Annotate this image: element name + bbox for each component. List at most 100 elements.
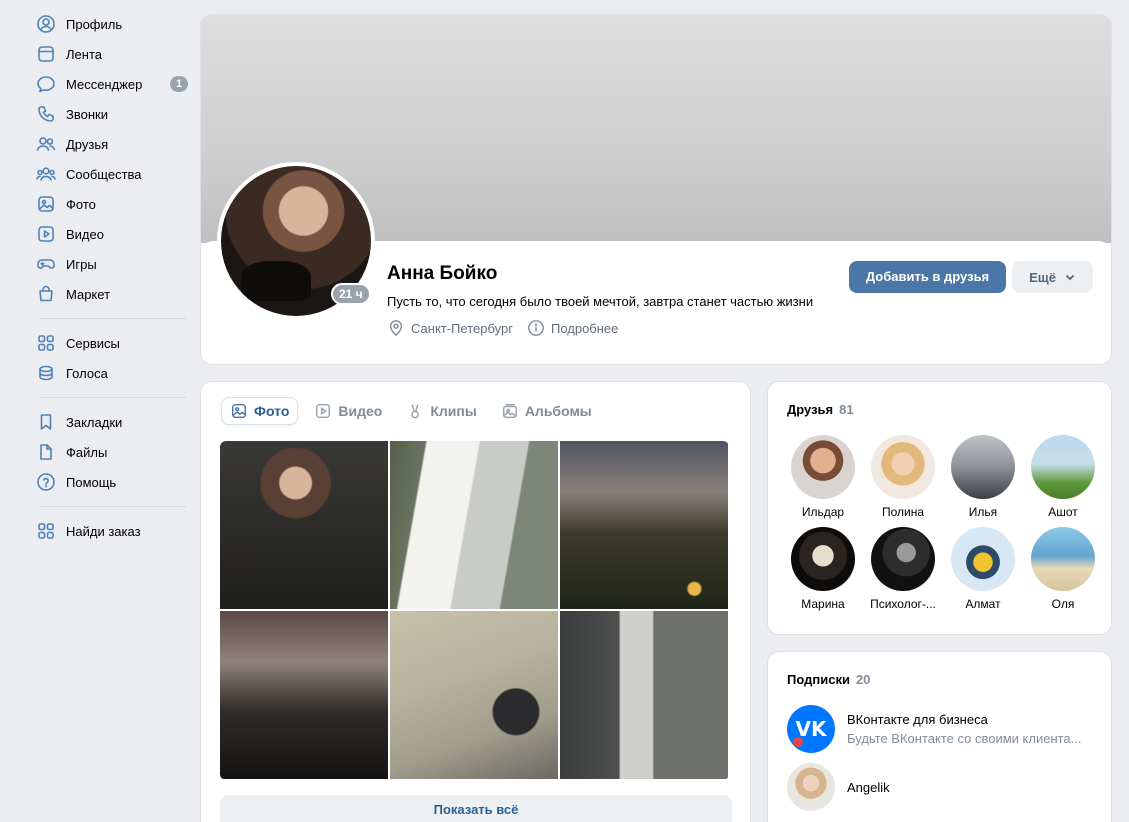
avatar — [951, 527, 1015, 591]
unread-badge: 1 — [170, 76, 188, 92]
photo-thumbnail[interactable] — [220, 441, 388, 609]
more-actions-label: Ещё — [1029, 269, 1056, 285]
subscription-text: ВКонтакте для бизнеса Будьте ВКонтакте с… — [847, 712, 1087, 746]
friend-item[interactable]: Оля — [1023, 527, 1103, 611]
add-friend-button[interactable]: Добавить в друзья — [849, 261, 1006, 293]
nav-item-help[interactable]: Помощь — [28, 467, 194, 497]
subscription-item[interactable]: VK ВКонтакте для бизнеса Будьте ВКонтакт… — [787, 705, 1087, 753]
nav-item-calls[interactable]: Звонки — [28, 99, 194, 129]
nav-item-label: Маркет — [66, 286, 111, 302]
nav-item-market[interactable]: Маркет — [28, 279, 194, 309]
tab-clips[interactable]: Клипы — [398, 397, 484, 425]
nav-divider — [40, 397, 186, 398]
more-actions-button[interactable]: Ещё — [1012, 261, 1093, 293]
friend-item[interactable]: Илья — [943, 435, 1023, 519]
tab-label: Клипы — [430, 403, 477, 419]
friend-name: Марина — [801, 597, 845, 611]
phone-icon — [38, 106, 54, 122]
friend-item[interactable]: Полина — [863, 435, 943, 519]
show-all-button[interactable]: Показать всё — [220, 795, 732, 822]
info-icon — [528, 320, 544, 336]
nav-item-label: Видео — [66, 226, 104, 242]
friend-item[interactable]: Ильдар — [783, 435, 863, 519]
tab-label: Фото — [254, 403, 290, 419]
nav-item-friends[interactable]: Друзья — [28, 129, 194, 159]
nav-item-bookmarks[interactable]: Закладки — [28, 407, 194, 437]
nav-item-video[interactable]: Видео — [28, 219, 194, 249]
photo-thumbnail[interactable] — [390, 611, 558, 779]
avatar — [787, 763, 835, 811]
nav-item-games[interactable]: Игры — [28, 249, 194, 279]
nav-item-label: Голоса — [66, 365, 108, 381]
avatar — [791, 435, 855, 499]
subscription-description: Будьте ВКонтакте со своими клиента... — [847, 731, 1082, 746]
photo-icon — [231, 403, 247, 419]
tab-label: Альбомы — [524, 403, 592, 419]
photo-thumbnail[interactable] — [390, 441, 558, 609]
video-icon — [316, 403, 331, 419]
profile-name: Анна Бойко — [387, 263, 498, 284]
subscriptions-count: 20 — [855, 672, 871, 687]
nav-item-services[interactable]: Сервисы — [28, 328, 194, 358]
subscriptions-title: Подписки — [787, 672, 850, 687]
nav-divider — [40, 318, 186, 319]
nav-item-votes[interactable]: Голоса — [28, 358, 194, 388]
friends-block: Друзья 81 Ильдар Полина Илья Ашот Марина … — [767, 381, 1112, 635]
friends-header[interactable]: Друзья 81 — [787, 402, 854, 417]
nav-item-find-order[interactable]: Найди заказ — [28, 516, 194, 546]
nav-item-label: Лента — [66, 46, 102, 62]
tab-photos[interactable]: Фото — [221, 397, 299, 425]
location-icon — [389, 320, 403, 337]
photo-grid — [220, 441, 729, 780]
profile-header: 21 ч Анна Бойко Пусть то, что сегодня бы… — [200, 14, 1112, 365]
nav-item-label: Друзья — [66, 136, 109, 152]
friends-title: Друзья — [787, 402, 834, 417]
nav-item-label: Помощь — [66, 474, 117, 490]
nav-item-communities[interactable]: Сообщества — [28, 159, 194, 189]
friend-item[interactable]: Психолог-... — [863, 527, 943, 611]
clips-icon — [411, 404, 420, 419]
avatar — [871, 527, 935, 591]
media-block: Фото Видео Клипы Альбомы Показать всё — [200, 381, 751, 822]
photo-thumbnail[interactable] — [560, 611, 728, 779]
gamepad-icon — [37, 259, 55, 269]
tab-video[interactable]: Видео — [306, 397, 390, 425]
subscription-item[interactable]: Angelik — [787, 763, 890, 811]
subscriptions-block: Подписки 20 VK ВКонтакте для бизнеса Будь… — [767, 651, 1112, 822]
friend-name: Оля — [1051, 597, 1075, 611]
nav-item-photos[interactable]: Фото — [28, 189, 194, 219]
nav-item-files[interactable]: Файлы — [28, 437, 194, 467]
friend-item[interactable]: Алмат — [943, 527, 1023, 611]
nav-item-profile[interactable]: Профиль — [28, 9, 194, 39]
friend-item[interactable]: Ашот — [1023, 435, 1103, 519]
photo-thumbnail[interactable] — [560, 441, 728, 609]
more-info-label: Подробнее — [550, 320, 619, 336]
more-info-link[interactable]: Подробнее — [527, 319, 618, 337]
nav-item-feed[interactable]: Лента — [28, 39, 194, 69]
friend-item[interactable]: Марина — [783, 527, 863, 611]
friends-count: 81 — [839, 402, 854, 417]
nav-item-messenger[interactable]: Мессенджер 1 — [28, 69, 194, 99]
city-label: Санкт-Петербург — [411, 320, 513, 336]
friend-name: Психолог-... — [870, 597, 936, 611]
file-icon — [40, 444, 52, 460]
feed-icon — [38, 46, 54, 62]
nav-item-label: Найди заказ — [66, 523, 141, 539]
subscriptions-header[interactable]: Подписки 20 — [787, 672, 870, 687]
vk-business-logo: VK — [787, 705, 835, 753]
avatar — [1031, 527, 1095, 591]
bookmark-icon — [40, 414, 52, 430]
nav-item-label: Профиль — [66, 16, 123, 32]
left-menu: Профиль Лента Мессенджер 1 Звонки Друзья… — [28, 9, 194, 546]
profile-meta: Санкт-Петербург Подробнее — [387, 319, 632, 337]
nav-item-label: Сообщества — [66, 166, 142, 182]
tab-albums[interactable]: Альбомы — [493, 397, 600, 425]
communities-icon — [36, 167, 56, 181]
messenger-icon — [37, 76, 55, 93]
video-icon — [38, 226, 54, 242]
friend-name: Ильдар — [801, 505, 845, 519]
city-link[interactable]: Санкт-Петербург — [387, 319, 513, 337]
subscription-name: ВКонтакте для бизнеса — [847, 712, 988, 727]
nav-item-label: Фото — [66, 196, 96, 212]
photo-thumbnail[interactable] — [220, 611, 388, 779]
